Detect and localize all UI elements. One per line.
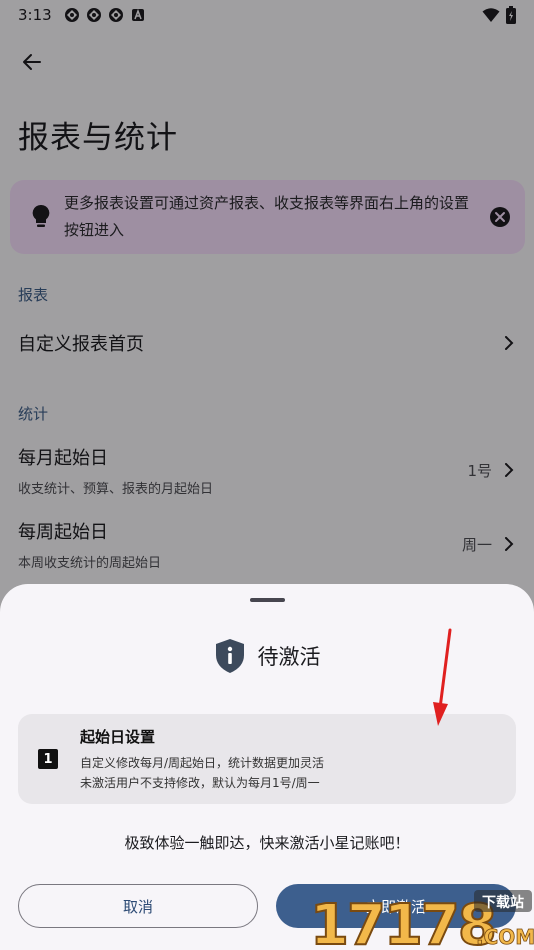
sheet-title: 待激活	[257, 645, 321, 669]
feature-title: 起始日设置	[80, 727, 156, 746]
feature-number-badge: 1	[38, 749, 58, 769]
drag-handle[interactable]	[250, 598, 285, 602]
feature-description-line: 自定义修改每月/周起始日，统计数据更加灵活	[80, 755, 325, 770]
annotation-arrow-icon	[433, 628, 452, 726]
feature-text: 起始日设置 自定义修改每月/周起始日，统计数据更加灵活 未激活用户不支持修改，默…	[80, 726, 324, 793]
shield-info-icon	[215, 639, 244, 673]
watermark-suffix: .COM	[476, 925, 534, 949]
sheet-slogan: 极致体验一触即达，快来激活小星记账吧！	[124, 834, 410, 852]
watermark-tag: 下载站	[482, 894, 524, 911]
feature-description-line: 未激活用户不支持修改，默认为每月1号/周一	[80, 775, 320, 790]
cancel-button[interactable]: 取消	[18, 884, 258, 928]
watermark-number: 17178	[310, 893, 495, 950]
watermark-logo: 17178 下载站 .COM	[309, 890, 534, 950]
site-watermark: 17178 下载站 .COM	[308, 886, 534, 950]
